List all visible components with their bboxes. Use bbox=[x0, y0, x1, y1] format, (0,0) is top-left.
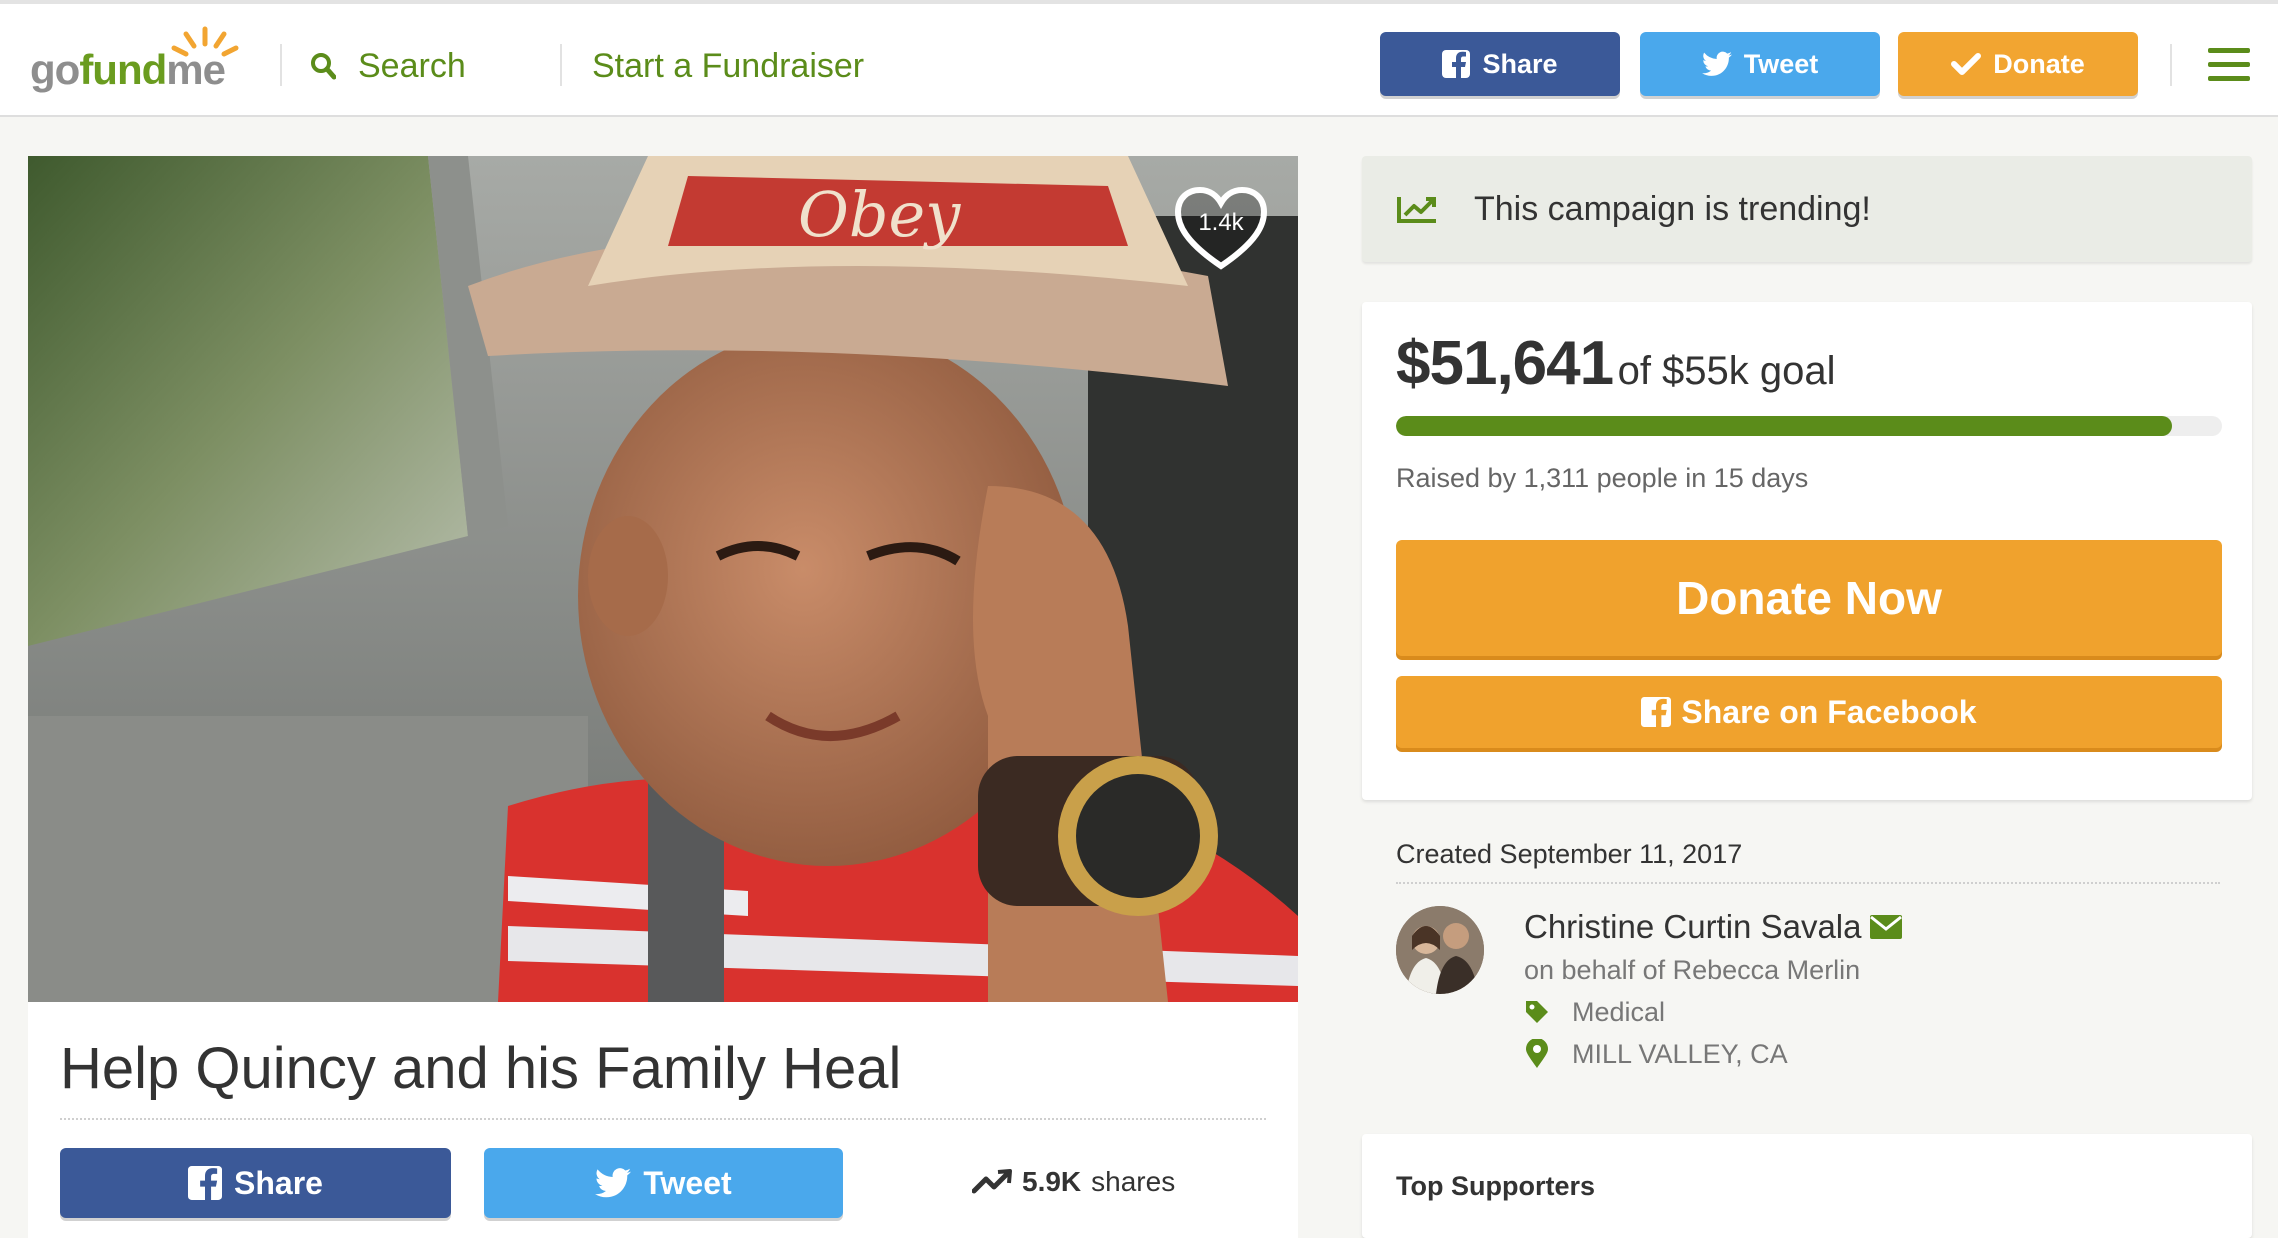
shares-suffix: shares bbox=[1091, 1166, 1176, 1197]
header-tweet-label: Tweet bbox=[1743, 48, 1819, 79]
organizer-name[interactable]: Christine Curtin Savala bbox=[1524, 906, 1861, 948]
header-divider bbox=[560, 44, 562, 86]
header-share-label: Share bbox=[1482, 48, 1558, 79]
raised-summary: $51,641 of $55k goal bbox=[1396, 324, 1836, 420]
facebook-icon bbox=[1442, 50, 1471, 78]
share-on-facebook-label: Share on Facebook bbox=[1681, 693, 1977, 730]
on-behalf-of: on behalf of Rebecca Merlin bbox=[1524, 955, 1861, 985]
top-supporters-title: Top Supporters bbox=[1396, 1171, 1595, 1201]
avatar-image bbox=[1396, 906, 1484, 994]
header-tweet-button[interactable]: Tweet bbox=[1640, 32, 1880, 96]
shares-counter: 5.9K shares bbox=[972, 1160, 1175, 1204]
raised-amount: $51,641 bbox=[1396, 329, 1614, 398]
start-fundraiser-link[interactable]: Start a Fundraiser bbox=[592, 44, 864, 88]
share-on-facebook-button[interactable]: Share on Facebook bbox=[1396, 676, 2222, 748]
campaign-tweet-button[interactable]: Tweet bbox=[484, 1148, 843, 1218]
trending-up-icon bbox=[972, 1169, 1012, 1194]
trend-icon bbox=[1397, 197, 1436, 223]
search-icon bbox=[311, 53, 336, 80]
category-row: Medical bbox=[1524, 994, 1665, 1030]
raised-by-text: Raised by 1,311 people in 15 days bbox=[1396, 463, 1809, 493]
header-donate-label: Donate bbox=[1993, 48, 2085, 79]
likes-count: 1.4k bbox=[1198, 209, 1244, 236]
header-divider bbox=[2170, 44, 2172, 86]
header-donate-button[interactable]: Donate bbox=[1898, 32, 2138, 96]
organizer-name-row: Christine Curtin Savala bbox=[1524, 906, 1903, 948]
top-supporters-card: Top Supporters bbox=[1362, 1134, 2252, 1238]
envelope-icon[interactable] bbox=[1869, 914, 1903, 940]
gofundme-logo[interactable]: gofundme bbox=[30, 26, 246, 94]
category-label[interactable]: Medical bbox=[1572, 994, 1665, 1030]
facebook-icon bbox=[188, 1166, 223, 1200]
goal-text: of $55k goal bbox=[1617, 349, 1836, 393]
campaign-title: Help Quincy and his Family Heal bbox=[60, 1036, 902, 1101]
progress-fill bbox=[1396, 416, 2172, 436]
shares-count: 5.9K bbox=[1022, 1166, 1082, 1197]
campaign-photo-illustration: Obey bbox=[28, 156, 1298, 1002]
trending-banner: This campaign is trending! bbox=[1362, 156, 2252, 262]
menu-icon[interactable] bbox=[2208, 48, 2250, 82]
progress-bar bbox=[1396, 416, 2222, 436]
campaign-share-label: Share bbox=[234, 1164, 323, 1201]
header-divider bbox=[280, 44, 282, 86]
top-navigation-bar: gofundme Search Start a Fundraiser Share… bbox=[0, 0, 2278, 117]
organizer-avatar[interactable] bbox=[1396, 906, 1484, 994]
facebook-icon bbox=[1641, 697, 1672, 727]
trending-text: This campaign is trending! bbox=[1474, 190, 1871, 228]
created-date: Created September 11, 2017 bbox=[1396, 839, 1743, 869]
logo-wordmark: gofundme bbox=[30, 46, 226, 93]
header-share-button[interactable]: Share bbox=[1380, 32, 1620, 96]
tag-icon bbox=[1526, 1001, 1548, 1023]
campaign-photo[interactable]: Obey bbox=[28, 156, 1298, 1002]
created-divider bbox=[1396, 882, 2220, 884]
campaign-tweet-label: Tweet bbox=[643, 1164, 732, 1201]
title-divider bbox=[60, 1118, 1266, 1120]
search-label: Search bbox=[358, 46, 466, 85]
location-row: MILL VALLEY, CA bbox=[1524, 1036, 1788, 1072]
twitter-icon bbox=[1701, 51, 1732, 76]
location-label: MILL VALLEY, CA bbox=[1572, 1039, 1788, 1069]
campaign-share-button[interactable]: Share bbox=[60, 1148, 451, 1218]
check-icon bbox=[1951, 53, 1982, 75]
map-pin-icon bbox=[1526, 1039, 1548, 1068]
svg-text:Obey: Obey bbox=[798, 178, 961, 251]
donate-now-button[interactable]: Donate Now bbox=[1396, 540, 2222, 656]
donation-card: $51,641 of $55k goal Raised by 1,311 peo… bbox=[1362, 302, 2252, 800]
twitter-icon bbox=[595, 1168, 632, 1198]
search-link[interactable]: Search bbox=[310, 42, 466, 90]
